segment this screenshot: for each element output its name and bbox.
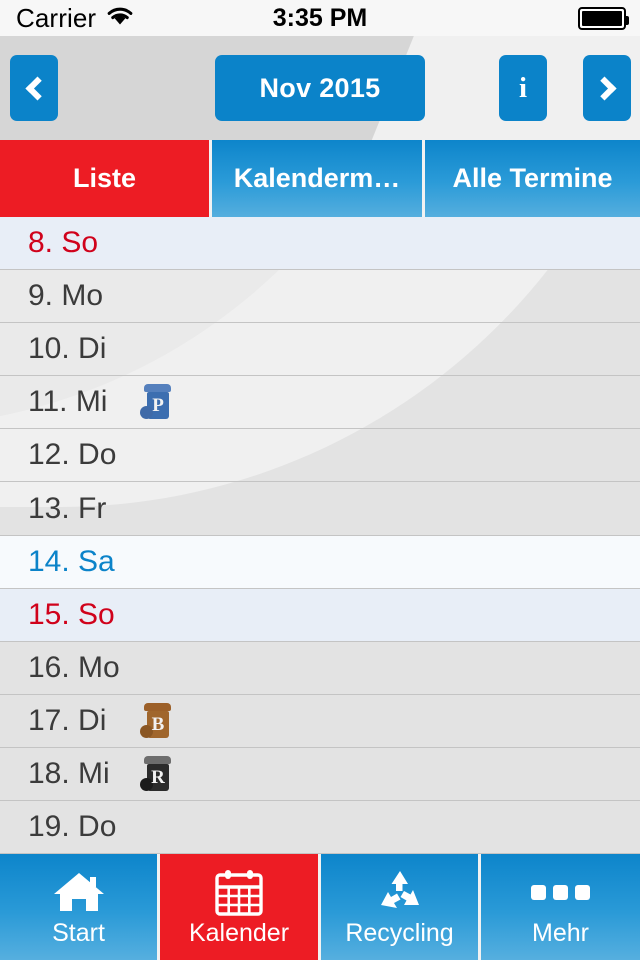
day-label: 13. Fr <box>28 491 107 525</box>
chevron-left-icon <box>24 75 50 101</box>
tab-kalender-label: Kalender <box>188 919 290 947</box>
bin-bio-icon: B <box>140 702 174 739</box>
list-item[interactable]: 13. Fr <box>0 482 640 536</box>
app-root: Carrier 3:35 PM Nov 2015 i Liste Kalende… <box>0 0 640 960</box>
tab-mehr[interactable]: Mehr <box>481 854 640 960</box>
tab-liste[interactable]: Liste <box>0 140 212 217</box>
status-bar-right <box>578 6 629 30</box>
tab-alle-termine-label: Alle Termine <box>452 163 613 193</box>
collection-icons: R <box>140 755 174 792</box>
day-label: 12. Do <box>28 438 117 472</box>
bin-residual-icon: R <box>140 755 174 792</box>
month-label: Nov 2015 <box>259 72 381 103</box>
ellipsis-icon <box>531 868 590 916</box>
day-label: 11. Mi <box>28 385 108 419</box>
day-list[interactable]: 8. So 9. Mo 10. Di 11. Mi P 12. Do 13. Fr 14. S… <box>0 217 640 854</box>
recycle-icon <box>373 868 427 916</box>
list-item[interactable]: 17. Di B <box>0 695 640 748</box>
tab-mehr-label: Mehr <box>532 919 589 947</box>
tab-kalender[interactable]: Kalender <box>160 854 321 960</box>
bin-paper-icon: P <box>140 384 174 420</box>
list-item[interactable]: 11. Mi P <box>0 376 640 430</box>
list-item[interactable]: 15. So <box>0 588 640 642</box>
status-bar-time: 3:35 PM <box>272 3 368 32</box>
status-bar: Carrier 3:35 PM <box>0 0 640 36</box>
info-icon: i <box>518 71 528 104</box>
tab-kalendermonat-label: Kalenderm… <box>233 163 401 193</box>
day-label: 15. So <box>28 597 115 631</box>
collection-icons: P <box>140 384 174 420</box>
home-icon <box>52 868 106 916</box>
bottom-tab-bar: Start Kalender Recycling Mehr <box>0 854 640 960</box>
tab-recycling-label: Recycling <box>345 919 454 947</box>
day-label: 19. Do <box>28 810 117 844</box>
list-item[interactable]: 19. Do <box>0 801 640 854</box>
tab-start-label: Start <box>52 919 105 947</box>
month-navigation-header: Nov 2015 i <box>0 36 640 140</box>
day-label: 9. Mo <box>28 279 104 313</box>
battery-full-icon <box>578 6 629 30</box>
tab-kalendermonat[interactable]: Kalenderm… <box>212 140 425 217</box>
tab-start[interactable]: Start <box>0 854 160 960</box>
day-label: 14. Sa <box>28 544 115 578</box>
list-item[interactable]: 12. Do <box>0 429 640 483</box>
day-label: 10. Di <box>28 332 107 366</box>
day-label: 16. Mo <box>28 650 120 684</box>
list-item[interactable]: 8. So <box>0 217 640 271</box>
info-button[interactable]: i <box>499 55 547 121</box>
list-item[interactable]: 18. Mi R <box>0 748 640 802</box>
tab-recycling[interactable]: Recycling <box>321 854 481 960</box>
calendar-icon <box>212 868 266 916</box>
day-label: 18. Mi <box>28 756 110 790</box>
list-item[interactable]: 14. Sa <box>0 535 640 589</box>
month-label-button[interactable]: Nov 2015 <box>215 55 425 121</box>
list-item[interactable]: 16. Mo <box>0 642 640 695</box>
collection-icons: B <box>140 702 174 739</box>
previous-month-button[interactable] <box>10 55 58 121</box>
view-mode-segment-bar: Liste Kalenderm… Alle Termine <box>0 140 640 217</box>
tab-alle-termine[interactable]: Alle Termine <box>425 140 640 217</box>
day-label: 8. So <box>28 226 99 260</box>
next-month-button[interactable] <box>583 55 631 121</box>
tab-liste-label: Liste <box>72 163 137 193</box>
chevron-right-icon <box>591 75 617 101</box>
list-item[interactable]: 10. Di <box>0 323 640 377</box>
list-item[interactable]: 9. Mo <box>0 270 640 324</box>
day-label: 17. Di <box>28 703 107 737</box>
